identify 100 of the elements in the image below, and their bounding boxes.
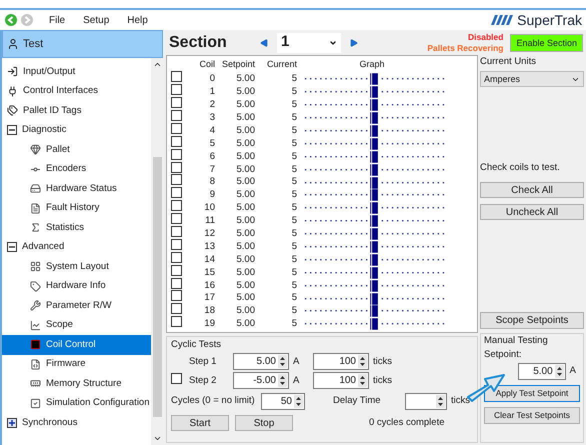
checkbox[interactable] <box>171 226 182 238</box>
checkbox[interactable] <box>171 303 182 314</box>
enable-section-button[interactable]: Enable Section <box>510 34 583 52</box>
table-cell-text: 5.00 <box>236 162 255 177</box>
action-button[interactable]: Stop <box>235 415 293 432</box>
tree-item[interactable]: Scope <box>2 316 151 335</box>
hint-text: Check coils to test. <box>480 161 561 176</box>
table-cell-text: 5.00 <box>236 124 255 138</box>
tree-item[interactable]: Fault History <box>2 198 151 218</box>
table-cell-text: 5 <box>290 252 297 267</box>
checkbox[interactable] <box>171 200 182 212</box>
sigma-icon <box>30 222 41 234</box>
checkbox[interactable] <box>171 264 182 276</box>
check-button[interactable]: Check All <box>480 182 584 198</box>
scroll-down-icon[interactable] <box>152 434 162 443</box>
checkbox[interactable] <box>171 187 182 198</box>
table-cell-text: 5.00 <box>236 240 255 254</box>
panel-title: Cyclic Tests <box>171 338 222 352</box>
table-cell-text: 5.00 <box>236 136 255 151</box>
checkbox[interactable] <box>171 148 182 160</box>
column-header: Coil <box>198 58 215 71</box>
checkbox[interactable] <box>171 162 182 173</box>
tree-item[interactable]: Hardware Info <box>2 276 151 296</box>
table-cell-text: 18 <box>203 304 215 318</box>
table-cell-text: 5.00 <box>236 201 255 216</box>
person-icon <box>7 38 19 50</box>
sidebar-header-label: Test <box>23 36 44 52</box>
status-text: Disabled <box>468 32 504 42</box>
menu-item[interactable]: File <box>49 12 66 28</box>
tree-item[interactable]: Control Interfaces <box>2 82 151 101</box>
left-arrow-icon <box>260 38 268 46</box>
caret-icon <box>329 38 337 46</box>
collapse-icon[interactable] <box>7 242 17 252</box>
table-cell-text: 5.00 <box>236 85 255 100</box>
checkbox[interactable] <box>171 174 182 186</box>
column-header: Graph <box>358 58 386 71</box>
back-icon[interactable] <box>5 14 17 26</box>
tree-item[interactable]: Statistics <box>2 218 151 238</box>
section-title: Section <box>169 32 228 52</box>
section-dropdown[interactable]: 1 <box>277 32 341 52</box>
checkbox[interactable] <box>171 252 182 263</box>
scroll-thumb[interactable] <box>152 156 162 416</box>
menu-item[interactable]: Help <box>127 12 148 28</box>
checkbox[interactable] <box>171 97 182 108</box>
tree-item[interactable]: Parameter R/W <box>2 296 151 316</box>
file-icon <box>30 358 41 370</box>
table-cell-text: 9 <box>208 188 215 202</box>
table-cell-text: 5.00 <box>236 304 255 318</box>
cycles-status: 0 cycles complete <box>369 416 445 430</box>
table-cell-text: 5 <box>290 162 297 177</box>
checkbox[interactable] <box>171 136 182 147</box>
coil-icon <box>30 339 41 350</box>
expand-icon[interactable] <box>7 418 17 428</box>
action-button[interactable]: Start <box>171 415 229 432</box>
check-button[interactable]: Uncheck All <box>480 204 584 220</box>
checkbox[interactable] <box>171 213 182 224</box>
tree-item[interactable]: Coil Control <box>2 335 151 354</box>
checkbox[interactable] <box>171 71 182 82</box>
memory-icon <box>30 378 41 390</box>
table-cell-text: 5.00 <box>236 214 255 228</box>
tree-item[interactable]: Encoders <box>2 160 151 179</box>
checkbox[interactable] <box>171 290 182 302</box>
units-dropdown[interactable]: Amperes <box>480 71 584 88</box>
scroll-bar[interactable] <box>151 58 163 445</box>
checkbox[interactable] <box>171 372 182 384</box>
setpoint-button[interactable]: Apply Test Setpoint <box>484 385 580 402</box>
tree-item[interactable]: Memory Structure <box>2 374 151 394</box>
table-cell-text: 5 <box>290 72 297 86</box>
checkbox-icon <box>30 398 41 409</box>
table-cell-text: 5 <box>290 266 297 280</box>
tree-item[interactable]: Pallet <box>2 140 151 160</box>
checkbox[interactable] <box>171 316 182 328</box>
plug-icon <box>7 86 18 97</box>
table-cell-text: 14 <box>203 252 215 267</box>
setpoint-button[interactable]: Clear Test Setpoints <box>484 407 580 424</box>
checkbox[interactable] <box>171 84 182 96</box>
tree-group-label[interactable]: Diagnostic <box>22 123 66 138</box>
checkbox[interactable] <box>171 278 182 289</box>
collapse-icon[interactable] <box>7 125 17 136</box>
sidebar-header[interactable]: Test <box>2 30 163 58</box>
table-cell-text: 5.00 <box>236 111 255 125</box>
tree-item[interactable]: Input/Output <box>2 62 151 82</box>
tree-group-label[interactable]: Synchronous <box>22 416 78 430</box>
tree-item[interactable]: Pallet ID Tags <box>2 101 151 120</box>
tree-group-label[interactable]: Advanced <box>22 240 64 254</box>
tree-item[interactable]: Firmware <box>2 354 151 374</box>
checkbox[interactable] <box>171 238 182 250</box>
tree-item[interactable]: Simulation Configuration <box>2 394 151 413</box>
table-cell-text: 0 <box>208 72 215 86</box>
scroll-up-icon[interactable] <box>152 60 162 69</box>
menu-item[interactable]: Setup <box>83 12 110 28</box>
tree-item[interactable]: System Layout <box>2 257 151 276</box>
logo-stripes-icon <box>491 15 514 25</box>
checkbox[interactable] <box>171 110 182 121</box>
scope-setpoints-button[interactable]: Scope Setpoints <box>480 312 584 328</box>
checkbox[interactable] <box>171 122 182 134</box>
table-cell-text: 11 <box>204 214 215 228</box>
unit-label: ticks <box>373 354 392 369</box>
table-cell-text: 5 <box>290 304 297 318</box>
tree-item[interactable]: Hardware Status <box>2 179 151 198</box>
